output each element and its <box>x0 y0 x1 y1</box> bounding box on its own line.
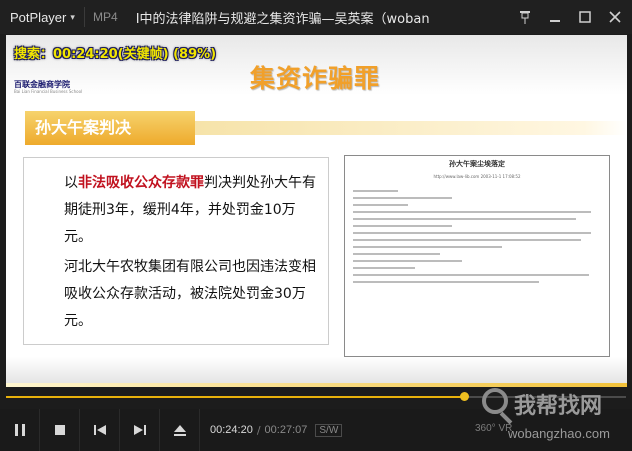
judgment-paragraph: 以非法吸收公众存款罪判决判处孙大午有期徒刑3年，缓刑4年，并处罚金10万元。 <box>34 170 320 251</box>
pause-icon <box>14 424 25 436</box>
close-icon <box>609 11 621 23</box>
app-brand-label: PotPlayer <box>10 9 67 25</box>
charge-name: 非法吸收公众存款罪 <box>78 175 204 191</box>
current-time: 00:24:20 <box>210 424 253 436</box>
case-label-band <box>195 121 627 135</box>
format-label: MP4 <box>93 10 118 24</box>
seek-fill <box>6 396 464 398</box>
watermark: 我帮找网 wobangzhao.com <box>478 378 628 448</box>
total-time: 00:27:07 <box>264 424 308 436</box>
title-separator <box>84 7 85 27</box>
skip-next-icon <box>133 425 146 435</box>
skip-previous-icon <box>93 425 106 435</box>
time-separator: / <box>256 423 261 437</box>
stop-icon <box>54 425 65 435</box>
case-text-box: 以非法吸收公众存款罪判决判处孙大午有期徒刑3年，缓刑4年，并处罚金10万元。 河… <box>23 157 329 345</box>
minimize-icon <box>550 20 560 22</box>
magnifier-handle-icon <box>499 411 513 425</box>
magnifier-icon <box>482 388 508 414</box>
document-body <box>345 179 609 283</box>
judgment-prefix: 以 <box>64 175 78 191</box>
chevron-down-icon: ▾ <box>70 11 75 22</box>
window-controls <box>508 0 628 34</box>
potplayer-window: PotPlayer ▾ MP4 I中的法律陷阱与规避之集资诈骗—吴英案（woba… <box>0 0 632 451</box>
minimize-button[interactable] <box>542 4 568 30</box>
previous-button[interactable] <box>80 409 120 451</box>
maximize-button[interactable] <box>572 4 598 30</box>
company-penalty-paragraph: 河北大午农牧集团有限公司也因违法变相吸收公众存款活动，被法院处罚金30万元。 <box>64 259 316 329</box>
media-title: I中的法律陷阱与规避之集资诈骗—吴英案（woban <box>135 11 430 27</box>
app-menu-button[interactable]: PotPlayer ▾ <box>0 10 78 25</box>
video-frame[interactable]: 百联金融商学院 Bai Lian Financial Business Scho… <box>6 35 627 387</box>
eject-button[interactable] <box>160 409 200 451</box>
seek-thumb[interactable] <box>459 392 469 401</box>
case-label: 孙大午案判决 <box>25 111 195 145</box>
title-bar: PotPlayer ▾ MP4 I中的法律陷阱与规避之集资诈骗—吴英案（woba… <box>0 0 632 34</box>
next-button[interactable] <box>120 409 160 451</box>
watermark-url: wobangzhao.com <box>508 426 610 441</box>
watermark-text: 我帮找网 <box>514 394 603 419</box>
close-button[interactable] <box>602 4 628 30</box>
pin-button[interactable] <box>512 4 538 30</box>
maximize-icon <box>579 11 591 23</box>
pause-button[interactable] <box>0 409 40 451</box>
document-title: 孙大午案尘埃落定 <box>449 160 505 168</box>
stop-button[interactable] <box>40 409 80 451</box>
eject-icon <box>173 424 186 436</box>
pin-icon <box>520 10 530 24</box>
seek-osd-message: 搜索：00:24:20(关键帧) (89%) <box>14 47 217 62</box>
slide-title: 集资诈骗罪 <box>250 64 381 93</box>
news-document-screenshot: 孙大午案尘埃落定 http://www.law-lib.com 2003-11-… <box>344 155 610 357</box>
school-logo-subtitle: Bai Lian Financial Business School <box>14 89 83 94</box>
sw-decoder-toggle[interactable]: S/W <box>315 423 343 437</box>
